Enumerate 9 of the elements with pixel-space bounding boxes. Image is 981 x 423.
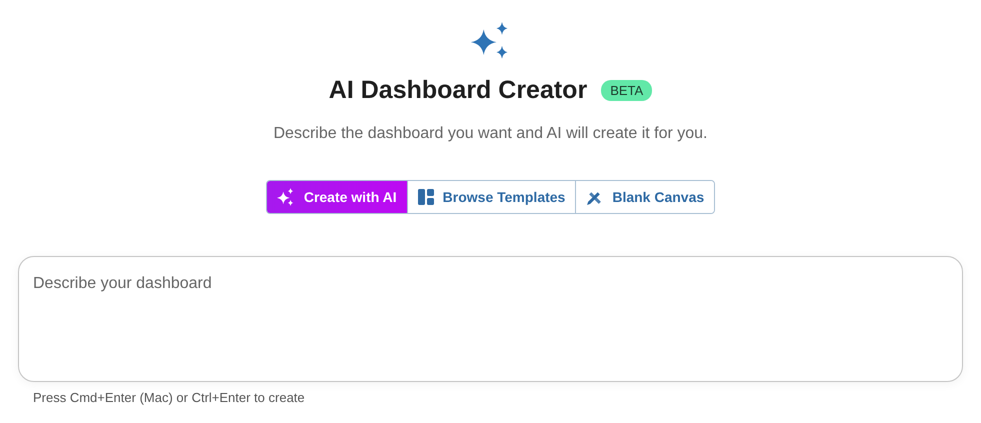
sparkles-icon: [276, 188, 295, 206]
page-title: AI Dashboard Creator: [328, 76, 588, 105]
shortcut-hint: Press Cmd+Enter (Mac) or Ctrl+Enter to create: [33, 390, 305, 405]
prompt-field[interactable]: Describe your dashboard: [18, 256, 963, 382]
layout-icon: [418, 189, 434, 205]
subtitle: Describe the dashboard you want and AI will create it for you.: [273, 125, 708, 143]
beta-badge: BETA: [601, 80, 652, 101]
mode-tab[interactable]: Blank Canvas: [575, 181, 714, 213]
mode-tab[interactable]: Create with AI: [266, 181, 407, 213]
